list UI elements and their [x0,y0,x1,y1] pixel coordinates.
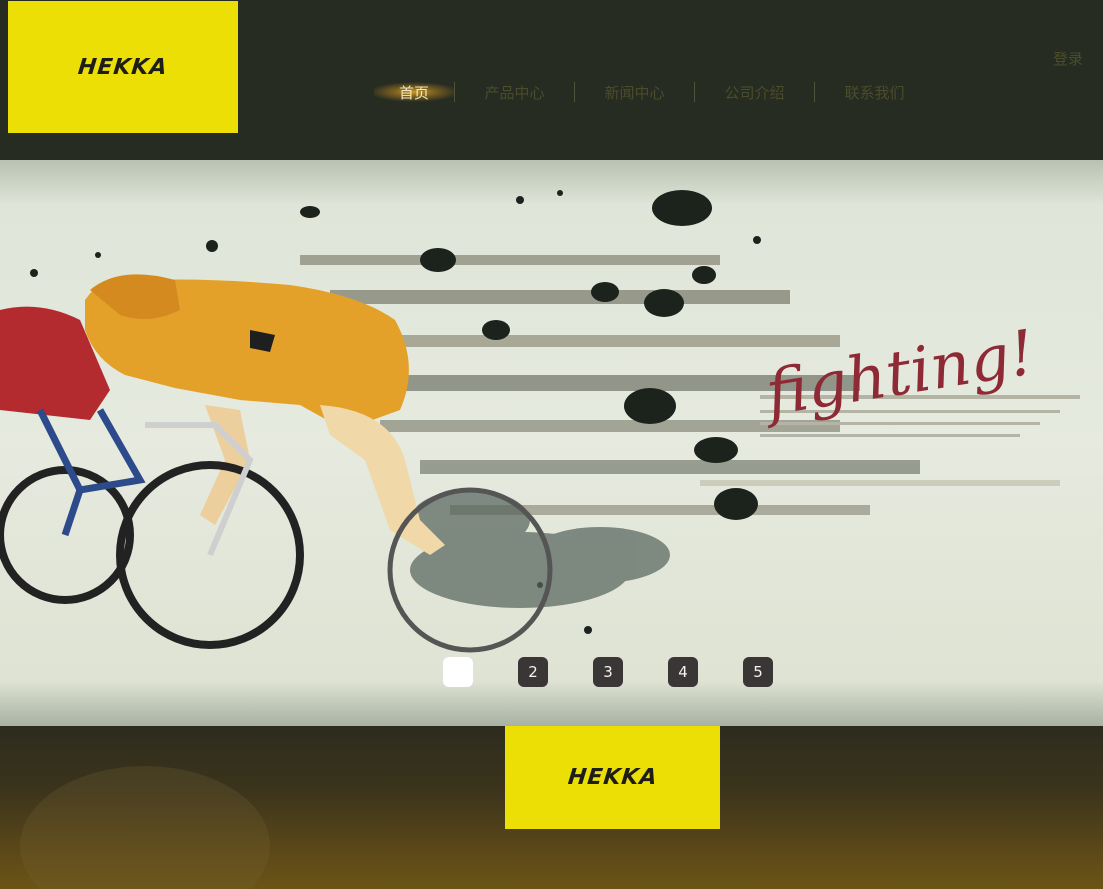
footer-decoration [20,766,270,889]
logo-text: HEKKA [76,54,170,80]
nav-item-label: 公司介绍 [724,83,785,102]
main-nav: 首页 产品中心 新闻中心 公司介绍 联系我们 [374,80,934,104]
hero-banner[interactable]: fighting! 2 3 4 5 [0,160,1103,726]
nav-item-about[interactable]: 公司介绍 [695,80,814,104]
nav-item-label: 产品中心 [484,83,545,102]
nav-item-label: 新闻中心 [604,83,665,102]
nav-item-label: 首页 [398,83,429,102]
slide-pagination: 2 3 4 5 [443,657,773,687]
slide-dot-3[interactable]: 3 [593,657,623,687]
login-link[interactable]: 登录 [1053,48,1083,69]
banner-headline: fighting! [757,315,1039,430]
logo[interactable]: HEKKA [8,1,238,133]
slide-dot-4[interactable]: 4 [668,657,698,687]
cyclist-illustration: fighting! [0,190,1080,653]
header: HEKKA 首页 产品中心 新闻中心 公司介绍 联系我们 登录 [0,0,1103,160]
nav-item-products[interactable]: 产品中心 [455,80,574,104]
nav-item-home[interactable]: 首页 [374,80,454,104]
slide-dot-1[interactable] [443,657,473,687]
nav-item-news[interactable]: 新闻中心 [575,80,694,104]
slide-dot-5[interactable]: 5 [743,657,773,687]
slide-dot-2[interactable]: 2 [518,657,548,687]
nav-item-label: 联系我们 [844,83,905,102]
nav-item-contact[interactable]: 联系我们 [815,80,934,104]
footer-logo[interactable]: HEKKA [505,726,720,829]
footer-logo-text: HEKKA [566,765,659,790]
footer: HEKKA [0,726,1103,889]
